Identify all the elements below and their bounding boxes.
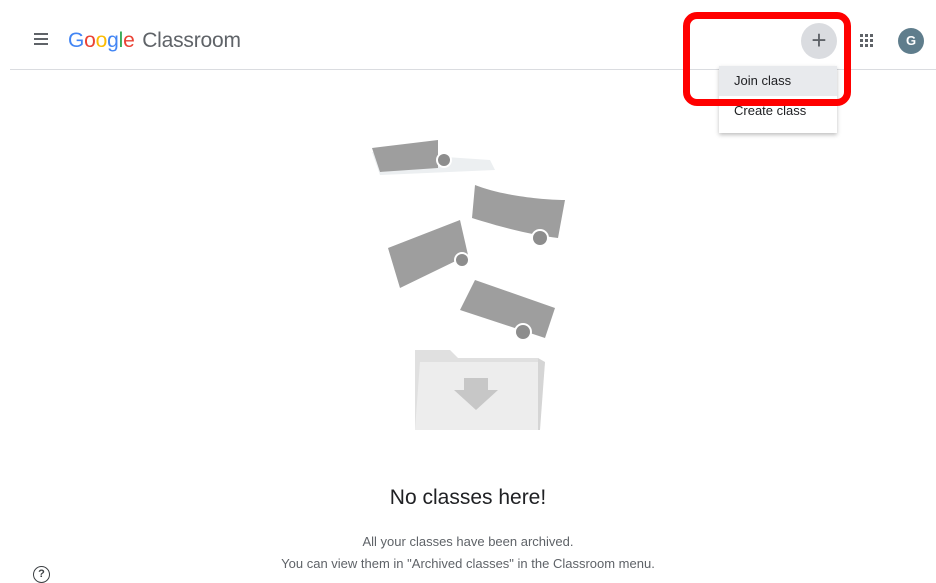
top-app-bar: Google Classroom + G xyxy=(0,0,936,70)
logo-letter: e xyxy=(123,29,135,52)
empty-state-hint: You can view them in "Archived classes" … xyxy=(281,556,655,571)
google-classroom-logo[interactable]: Google Classroom xyxy=(68,29,241,53)
menu-item-join-class[interactable]: Join class xyxy=(719,66,837,96)
archive-folder-icon xyxy=(372,140,565,430)
logo-letter: g xyxy=(107,29,119,52)
account-avatar[interactable]: G xyxy=(898,28,924,54)
add-class-menu: Join class Create class xyxy=(719,66,837,133)
menu-item-create-class[interactable]: Create class xyxy=(719,96,837,126)
logo-letter: o xyxy=(84,29,96,52)
apps-grid-icon[interactable] xyxy=(857,31,877,51)
logo-letter: o xyxy=(95,29,108,52)
empty-state-description: All your classes have been archived. xyxy=(362,534,574,549)
help-icon[interactable]: ? xyxy=(33,566,50,583)
logo-letter: G xyxy=(68,29,85,52)
product-name: Classroom xyxy=(142,29,241,52)
menu-icon[interactable] xyxy=(30,28,52,50)
plus-icon: + xyxy=(811,25,827,55)
empty-state-title: No classes here! xyxy=(389,486,547,509)
create-or-join-class-button[interactable]: + xyxy=(801,23,837,59)
